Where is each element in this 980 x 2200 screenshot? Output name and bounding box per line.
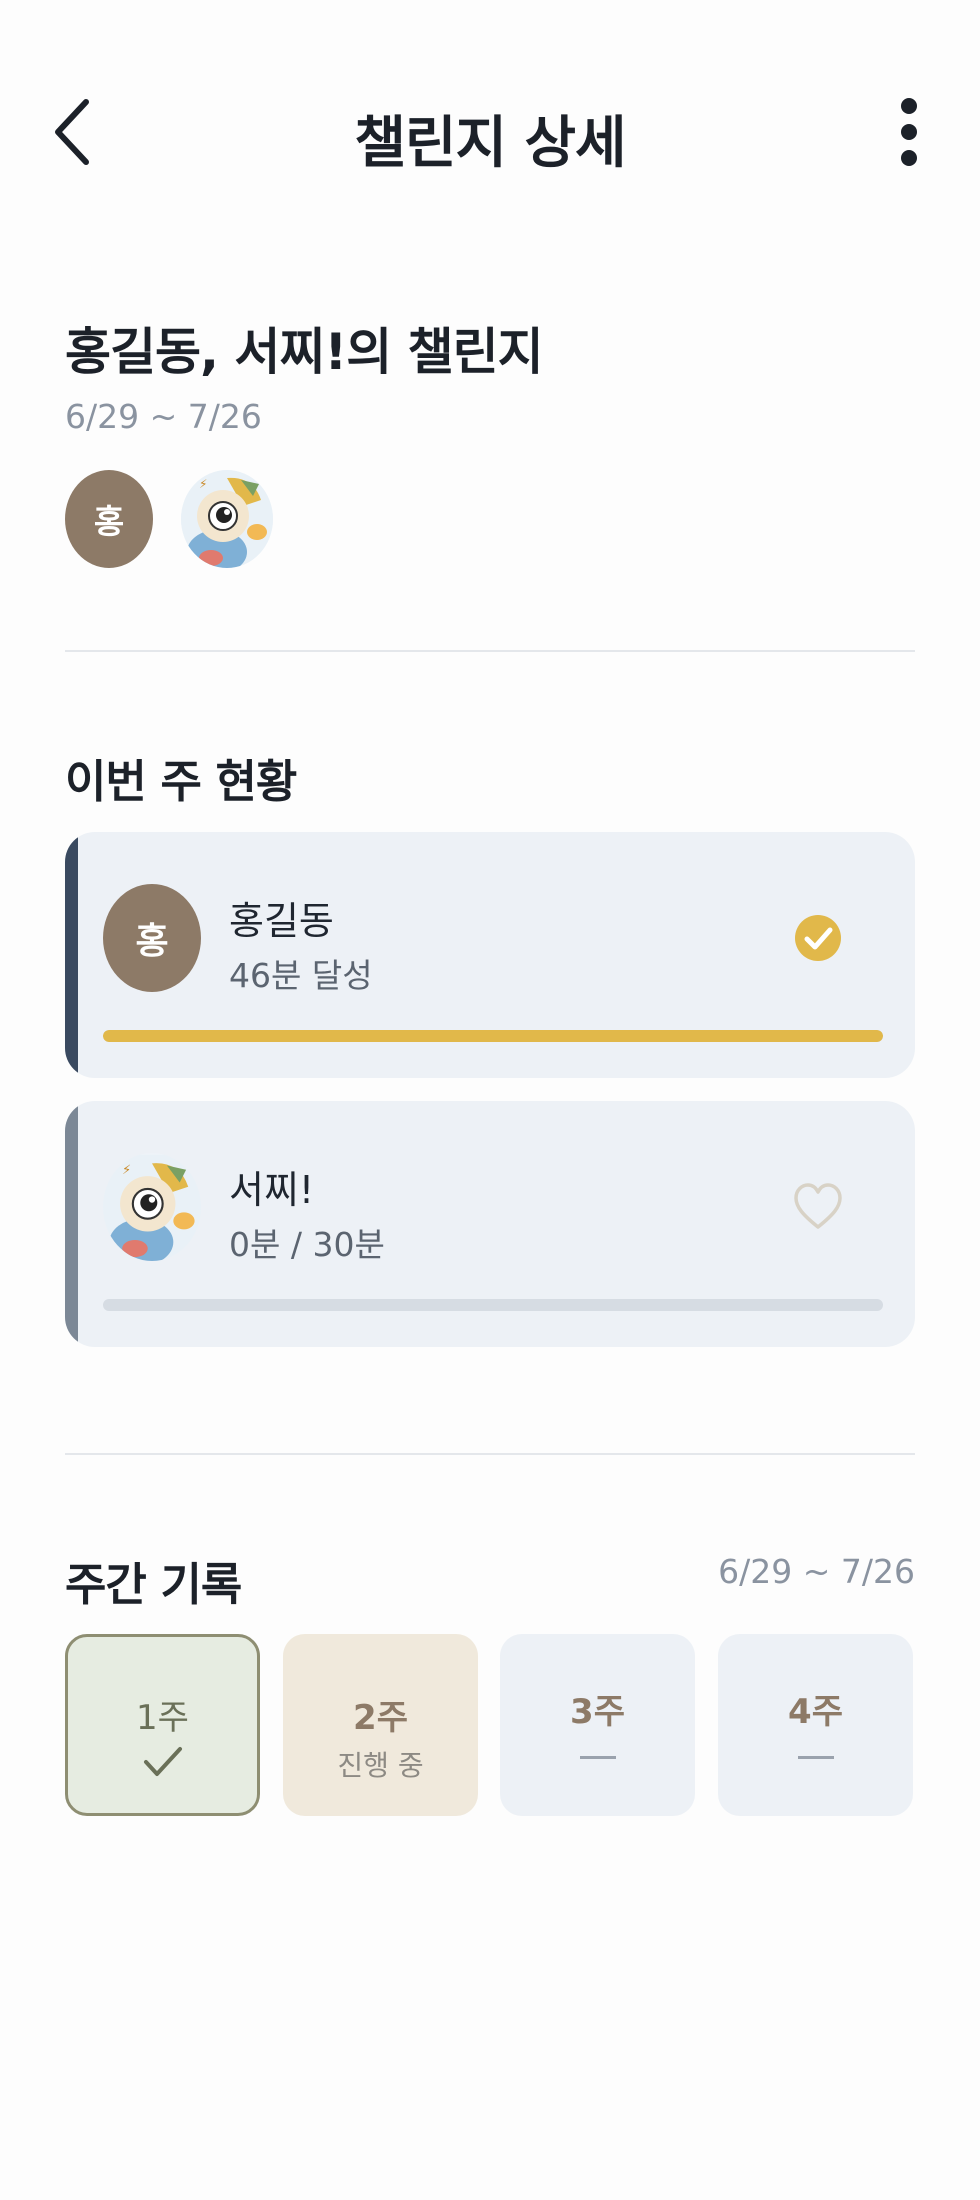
page-title: 챌린지 상세 [354, 111, 626, 176]
svg-text:⚡: ⚡ [199, 477, 207, 491]
avatar-member-1: 홍 [103, 884, 201, 992]
week-label: 3주 [570, 1692, 625, 1732]
challenge-dates: 6/29 ~ 7/26 [65, 397, 262, 436]
week-status: 진행 중 [337, 1749, 424, 1782]
member-name: 홍길동 [229, 899, 334, 943]
progress-bar [103, 1030, 883, 1042]
heart-outline-icon[interactable] [793, 1181, 843, 1233]
challenge-detail-page: 챌린지 상세 홍길동, 서찌!의 챌린지 6/29 ~ 7/26 홍 ⚡ 이번 … [0, 0, 980, 2200]
divider [65, 1453, 915, 1455]
challenge-title: 홍길동, 서찌!의 챌린지 [65, 323, 544, 381]
week-tile-4[interactable]: 4주 [718, 1634, 913, 1816]
avatar-member-2[interactable]: ⚡ [181, 470, 273, 568]
this-week-title: 이번 주 현황 [65, 755, 297, 808]
dash-icon [579, 1756, 616, 1759]
weekly-record-title: 주간 기록 [65, 1558, 242, 1611]
more-vertical-icon [901, 98, 917, 166]
member-status-card[interactable]: ⚡ 서찌! 0분 / 30분 [65, 1101, 915, 1347]
week-label: 1주 [136, 1698, 189, 1738]
week-label: 4주 [788, 1692, 843, 1732]
member-name: 서찌! [229, 1168, 315, 1212]
checkmark-icon [144, 1747, 182, 1776]
check-circle-icon [795, 915, 841, 961]
card-accent-bar [65, 832, 78, 1078]
week-label: 2주 [353, 1698, 408, 1738]
card-accent-bar [65, 1101, 78, 1347]
week-tile-1[interactable]: 1주 [65, 1634, 260, 1816]
member-progress-text: 46분 달성 [229, 956, 373, 995]
progress-bar [103, 1299, 883, 1311]
character-avatar-image: ⚡ [103, 1154, 201, 1261]
progress-bar-fill [103, 1030, 883, 1042]
character-avatar-image: ⚡ [181, 470, 273, 568]
divider [65, 650, 915, 652]
member-status-card[interactable]: 홍 홍길동 46분 달성 [65, 832, 915, 1078]
app-header: 챌린지 상세 [0, 0, 980, 270]
svg-text:⚡: ⚡ [122, 1163, 131, 1178]
weekly-record-dates: 6/29 ~ 7/26 [718, 1552, 915, 1591]
more-options-button[interactable] [892, 96, 926, 168]
week-tile-3[interactable]: 3주 [500, 1634, 695, 1816]
avatar-member-2: ⚡ [103, 1153, 201, 1261]
dash-icon [797, 1756, 834, 1759]
week-tile-2[interactable]: 2주 진행 중 [283, 1634, 478, 1816]
avatar-member-1[interactable]: 홍 [65, 470, 153, 568]
member-progress-text: 0분 / 30분 [229, 1225, 385, 1264]
